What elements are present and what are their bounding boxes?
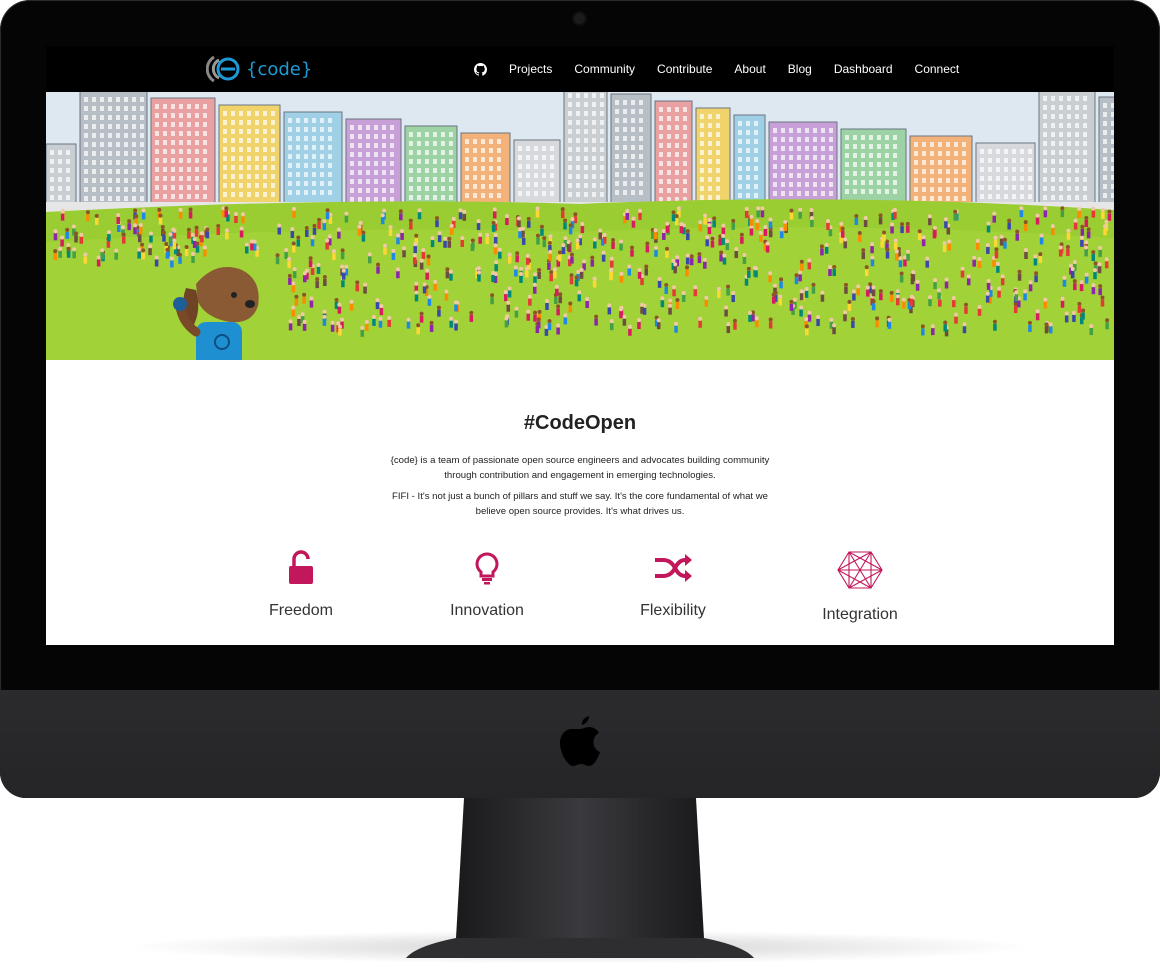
page-title: #CodeOpen	[523, 412, 637, 434]
top-navbar: {code} Projects Community Contribute Abo…	[46, 46, 1114, 92]
browser-screen: {code} Projects Community Contribute Abo…	[46, 46, 1114, 645]
fifi-paragraph: FIFI - It's not just a bunch of pillars …	[391, 491, 769, 517]
pillar-innovation[interactable]: Innovation	[412, 550, 562, 620]
monitor-stand	[406, 798, 754, 958]
pillar-integration[interactable]: Integration	[785, 550, 935, 624]
nav-community[interactable]: Community	[574, 62, 635, 76]
hero-illustration	[46, 92, 1114, 360]
brand-text: {code}	[246, 58, 313, 80]
code-logo-icon	[206, 55, 240, 83]
lightbulb-icon	[475, 552, 499, 585]
nav-projects[interactable]: Projects	[509, 62, 552, 76]
pillar-freedom[interactable]: Freedom	[226, 550, 376, 620]
apple-logo-icon	[560, 716, 600, 766]
hexagon-network-icon	[837, 551, 883, 589]
nav-dashboard[interactable]: Dashboard	[834, 62, 893, 76]
nav-about[interactable]: About	[734, 62, 765, 76]
pillar-label: Innovation	[450, 602, 524, 619]
nav-connect[interactable]: Connect	[915, 62, 960, 76]
brand-logo[interactable]: {code}	[206, 51, 312, 87]
nav-blog[interactable]: Blog	[788, 62, 812, 76]
pillar-flexibility[interactable]: Flexibility	[598, 550, 748, 620]
pillar-label: Freedom	[268, 602, 334, 619]
camera-icon	[574, 13, 585, 24]
main-nav: Projects Community Contribute About Blog…	[474, 46, 981, 92]
shuffle-icon	[655, 554, 692, 582]
pillar-label: Integration	[822, 606, 898, 623]
pillar-label: Flexibility	[640, 602, 706, 619]
unlock-icon	[289, 550, 313, 584]
github-icon[interactable]	[474, 62, 487, 76]
intro-paragraph: {code} is a team of passionate open sour…	[390, 455, 770, 481]
nav-contribute[interactable]: Contribute	[657, 62, 712, 76]
